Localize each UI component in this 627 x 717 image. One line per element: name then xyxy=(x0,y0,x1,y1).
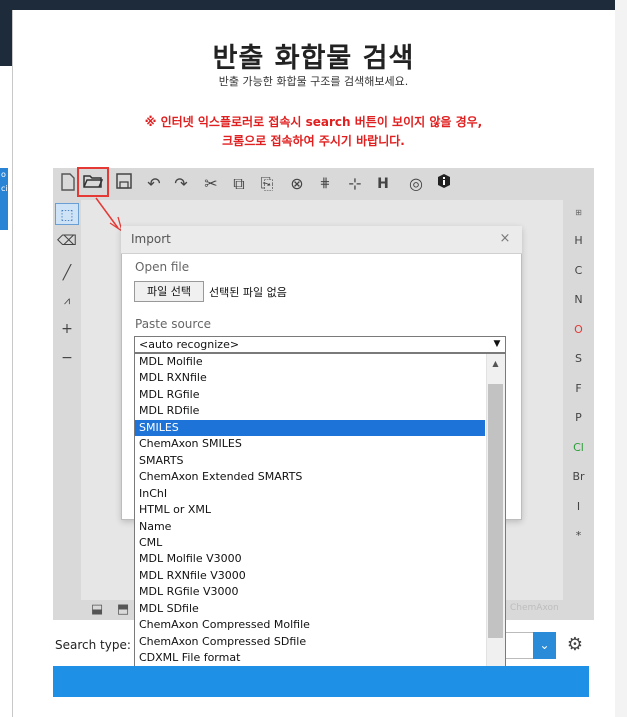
import-dialog-header xyxy=(121,226,522,254)
format-option[interactable]: CML xyxy=(135,535,485,551)
search-type-label: Search type: xyxy=(55,638,131,652)
format-option[interactable]: InChI xyxy=(135,486,485,502)
format-option[interactable]: ChemAxon Compressed Molfile xyxy=(135,617,485,633)
format-option[interactable]: MDL SDfile xyxy=(135,601,485,617)
app-root: o ci 반출 화합물 검색 반출 가능한 화합물 구조를 검색해보세요. ※ 인… xyxy=(0,0,627,717)
format-option[interactable]: MDL RGfile xyxy=(135,387,485,403)
close-icon[interactable]: × xyxy=(497,231,513,247)
file-select-button[interactable]: 파일 선택 xyxy=(134,281,204,302)
gear-icon[interactable]: ⚙ xyxy=(565,634,585,656)
format-option[interactable]: MDL Molfile xyxy=(135,354,485,370)
format-option[interactable]: ChemAxon SMILES xyxy=(135,436,485,452)
chevron-down-icon[interactable]: ⌄ xyxy=(533,632,556,659)
format-option[interactable]: MDL RXNfile xyxy=(135,370,485,386)
format-option[interactable]: MDL RXNfile V3000 xyxy=(135,568,485,584)
format-select[interactable]: <auto recognize> xyxy=(134,336,506,353)
paste-source-label: Paste source xyxy=(135,317,212,331)
search-button[interactable] xyxy=(53,666,589,697)
format-option[interactable]: ChemAxon Compressed SDfile xyxy=(135,634,485,650)
import-dialog-title: Import xyxy=(131,232,171,246)
open-file-label: Open file xyxy=(135,260,190,274)
scrollbar-thumb[interactable] xyxy=(488,384,503,638)
format-option[interactable]: MDL RDfile xyxy=(135,403,485,419)
format-option[interactable]: HTML or XML xyxy=(135,502,485,518)
format-option[interactable]: SMARTS xyxy=(135,453,485,469)
chevron-down-icon[interactable]: ▼ xyxy=(489,337,505,352)
scroll-up-icon[interactable]: ▲ xyxy=(486,356,505,372)
format-option[interactable]: CDXML File format xyxy=(135,650,485,666)
format-option[interactable]: MDL Molfile V3000 xyxy=(135,551,485,567)
format-option[interactable]: MDL RGfile V3000 xyxy=(135,584,485,600)
format-option[interactable]: ChemAxon Extended SMARTS xyxy=(135,469,485,485)
format-option[interactable]: Name xyxy=(135,519,485,535)
file-status-text: 선택된 파일 없음 xyxy=(209,286,287,299)
format-option[interactable]: SMILES xyxy=(135,419,485,436)
